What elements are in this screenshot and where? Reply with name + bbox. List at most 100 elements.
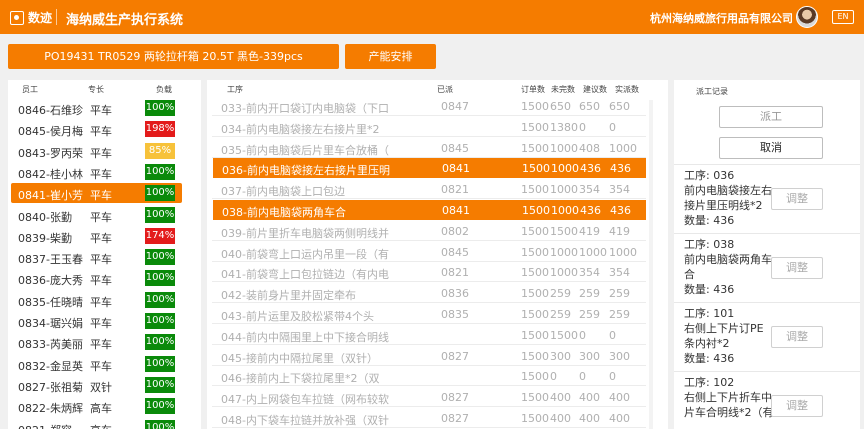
operation-remaining-qty: 259 <box>550 287 571 301</box>
operation-row[interactable]: 047-内上网袋包车拉链（网布较软 0827 1500 400 400 400 <box>212 387 646 408</box>
operation-suggested-qty: 400 <box>579 412 600 425</box>
operation-actual-qty: 400 <box>609 412 630 425</box>
worker-row[interactable]: 0843-罗丙荣 平车 85% <box>8 141 201 161</box>
worker-row[interactable]: 0834-琚兴娟 平车 100% <box>8 311 201 331</box>
operation-suggested-qty: 1000 <box>579 245 607 259</box>
worker-row[interactable]: 0821-郑容 高车 100% <box>8 418 201 429</box>
worker-row[interactable]: 0842-桂小林 平车 100% <box>8 162 201 182</box>
operation-assigned-worker: 0845 <box>441 141 469 155</box>
avatar[interactable] <box>796 6 818 28</box>
worker-skill: 平车 <box>90 104 112 117</box>
operation-actual-qty: 1000 <box>609 141 637 155</box>
record-operation: 工序: 036 <box>684 169 735 182</box>
dispatch-records-panel: 派工记录 派工 取消 工序: 036 前内电脑袋接左右 接片里压明线*2 数量: 43… <box>674 80 860 429</box>
operation-order-qty: 1500 <box>521 412 549 425</box>
adjust-button[interactable]: 调整 <box>771 257 823 279</box>
operation-row[interactable]: 044-前内中隔围里上中下接合明线 1500 1500 0 0 <box>212 325 646 345</box>
order-selector-button[interactable]: PO19431 TR0529 两轮拉杆箱 20.5T 黑色-339pcs <box>8 44 339 69</box>
worker-row[interactable]: 0822-朱炳辉 高车 100% <box>8 396 201 416</box>
logo[interactable]: 数迹 <box>10 9 52 26</box>
adjust-button[interactable]: 调整 <box>771 395 823 417</box>
load-badge: 100% <box>145 419 175 429</box>
operation-remaining-qty: 1380 <box>550 120 578 134</box>
capacity-button[interactable]: 产能安排 <box>345 44 436 69</box>
load-badge: 174% <box>145 227 175 244</box>
operation-row[interactable]: 036-前内电脑袋接左右接片里压明 0841 1500 1000 436 436 <box>213 158 646 179</box>
worker-name: 0837-王玉春 <box>18 253 83 267</box>
adjust-button[interactable]: 调整 <box>771 326 823 348</box>
operation-row[interactable]: 035-前内电脑袋后片里车合放桶（ 0845 1500 1000 408 1000 <box>212 138 646 158</box>
record-desc-line1: 右侧上下片订PE <box>684 322 764 335</box>
language-toggle[interactable]: EN <box>832 10 854 24</box>
operation-order-qty: 1500 <box>522 204 550 217</box>
worker-row[interactable]: 0832-金显英 平车 100% <box>8 354 201 374</box>
dispatch-record: 工序: 102 右侧上下片折车中 片车合明线*2（有 调整 <box>674 371 860 429</box>
adjust-button[interactable]: 调整 <box>771 188 823 210</box>
operation-remaining-qty: 0 <box>550 370 557 384</box>
worker-name: 0832-金显英 <box>18 359 83 373</box>
operation-assigned-worker: 0835 <box>441 308 469 321</box>
operation-scrollbar[interactable] <box>649 100 653 429</box>
load-badge: 100% <box>145 291 175 308</box>
worker-row[interactable]: 0837-王玉春 平车 100% <box>8 247 201 267</box>
record-desc-line1: 前内电脑袋两角车 <box>684 253 772 266</box>
operation-order-qty: 1500 <box>521 328 549 342</box>
operation-row[interactable]: 037-前内电脑袋上口包边 0821 1500 1000 354 354 <box>212 179 646 200</box>
cancel-button[interactable]: 取消 <box>719 137 823 159</box>
worker-skill: 平车 <box>90 253 112 267</box>
operation-name: 035-前内电脑袋后片里车合放桶（ <box>221 143 389 157</box>
col-header-operation: 工序 <box>227 85 243 94</box>
worker-name: 0842-桂小林 <box>18 167 83 181</box>
operation-suggested-qty: 0 <box>579 328 586 342</box>
operation-row[interactable]: 046-接前内上下袋拉尾里*2（双 1500 0 0 0 <box>212 366 646 387</box>
load-badge: 100% <box>145 270 175 287</box>
worker-skill: 平车 <box>90 295 112 309</box>
operation-suggested-qty: 650 <box>579 100 600 113</box>
operation-row[interactable]: 034-前内电脑袋接左右接片里*2 1500 1380 0 0 <box>212 117 646 137</box>
col-header-assigned: 已派 <box>437 85 453 94</box>
operation-row[interactable]: 038-前内电脑袋两角车合 0841 1500 1000 436 436 <box>213 200 646 220</box>
worker-row[interactable]: 0835-任晓晴 平车 100% <box>8 290 201 310</box>
operation-suggested-qty: 300 <box>579 349 600 363</box>
worker-row[interactable]: 0845-侯月梅 平车 198% <box>8 119 201 139</box>
operation-order-qty: 1500 <box>521 224 549 238</box>
operation-actual-qty: 436 <box>610 162 631 176</box>
operation-order-qty: 1500 <box>521 183 549 197</box>
worker-skill: 平车 <box>90 167 112 181</box>
operation-row[interactable]: 048-内下袋车拉链并放补强（双针 0827 1500 400 400 400 <box>212 408 646 428</box>
operation-name: 047-内上网袋包车拉链（网布较软 <box>221 393 389 407</box>
operation-order-qty: 1500 <box>521 245 549 259</box>
operation-remaining-qty: 259 <box>550 308 571 321</box>
load-badge: 100% <box>145 334 175 351</box>
worker-name: 0836-庞大秀 <box>18 274 83 288</box>
operation-remaining-qty: 1000 <box>551 162 579 176</box>
worker-row[interactable]: 0846-石维珍 平车 100% <box>8 98 201 118</box>
operation-row[interactable]: 045-接前内中隔拉尾里（双针） 0827 1500 300 300 300 <box>212 346 646 366</box>
operation-row[interactable]: 040-前袋弯上口运内吊里一段（有 0845 1500 1000 1000 1000 <box>212 242 646 262</box>
worker-row[interactable]: 0836-庞大秀 平车 100% <box>8 268 201 288</box>
operation-row[interactable]: 043-前片运里及胶松紧带4个头 0835 1500 259 259 259 <box>212 304 646 324</box>
operation-row[interactable]: 039-前片里折车电脑袋两侧明线并 0802 1500 1500 419 419 <box>212 221 646 241</box>
operation-name: 044-前内中隔围里上中下接合明线 <box>221 330 389 344</box>
operation-order-qty: 1500 <box>522 162 550 176</box>
operation-suggested-qty: 400 <box>579 391 600 405</box>
worker-row[interactable]: 0833-芮美丽 平车 100% <box>8 332 201 352</box>
worker-skill: 平车 <box>90 317 112 330</box>
operation-actual-qty: 354 <box>609 183 630 197</box>
worker-skill: 双针 <box>90 380 112 394</box>
worker-name: 0822-朱炳辉 <box>18 402 83 416</box>
worker-skill: 平车 <box>90 125 112 139</box>
worker-name: 0833-芮美丽 <box>18 338 83 352</box>
worker-row[interactable]: 0840-张勤 平车 100% <box>8 205 201 225</box>
load-badge: 100% <box>145 398 175 415</box>
worker-row[interactable]: 0839-柴勤 平车 174% <box>8 226 201 246</box>
operation-row[interactable]: 041-前袋弯上口包拉链边（有内电 0821 1500 1000 354 354 <box>212 262 646 283</box>
operation-row[interactable]: 033-前内开口袋订内电脑袋（下口 0847 1500 650 650 650 <box>212 96 646 116</box>
dispatch-button[interactable]: 派工 <box>719 106 823 128</box>
worker-row[interactable]: 0841-崔小芳 平车 100% <box>11 183 182 204</box>
worker-skill: 平车 <box>90 274 112 288</box>
worker-row[interactable]: 0827-张祖菊 双针 100% <box>8 375 201 395</box>
operation-row[interactable]: 042-装前身片里并固定牵布 0836 1500 259 259 259 <box>212 283 646 304</box>
col-header-suggested: 建议数 <box>583 85 607 94</box>
operation-assigned-worker: 0847 <box>441 100 469 113</box>
